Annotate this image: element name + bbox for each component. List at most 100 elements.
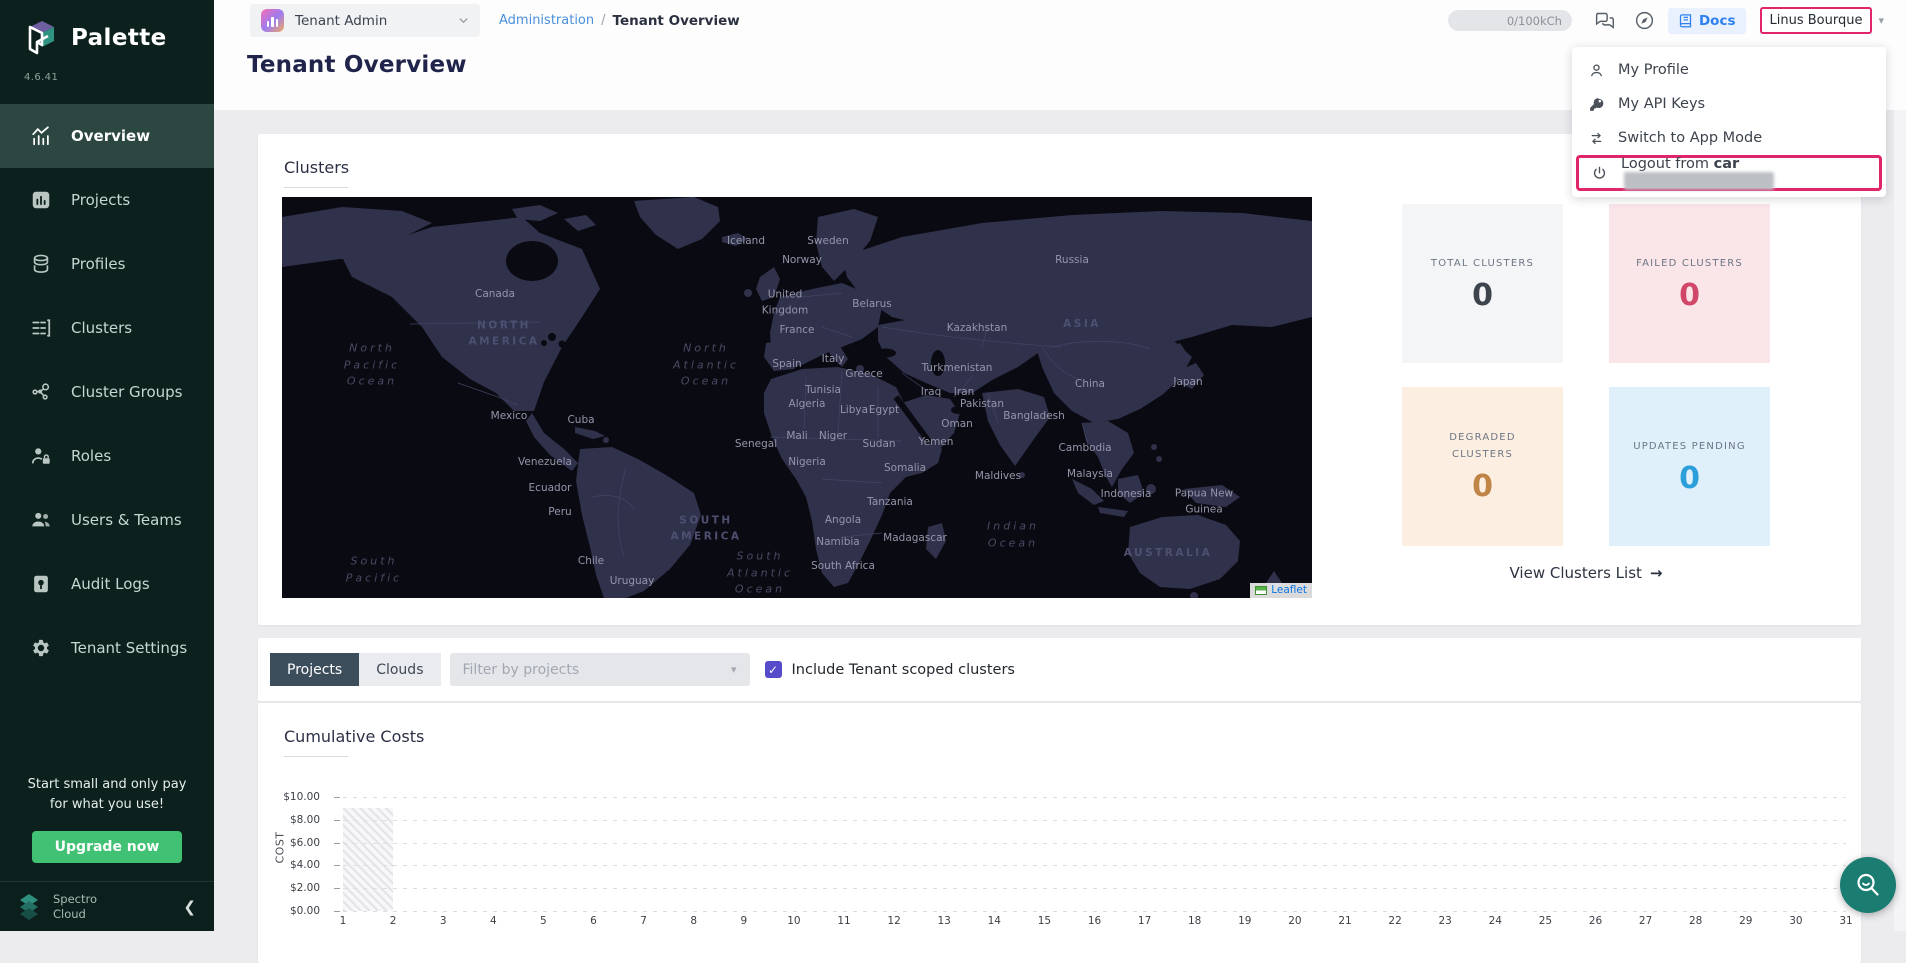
- help-compass-icon[interactable]: [1632, 8, 1658, 34]
- sidebar-item-label: Projects: [71, 191, 130, 209]
- support-search-fab[interactable]: [1840, 857, 1896, 913]
- x-axis-tick: 28: [1689, 915, 1702, 927]
- sidebar-collapse-chevron-icon[interactable]: ❮: [183, 898, 196, 916]
- power-icon: [1591, 165, 1608, 182]
- x-axis-tick: 20: [1288, 915, 1301, 927]
- x-axis-tick: 29: [1739, 915, 1752, 927]
- spectro-cloud-brand: Spectro Cloud: [53, 892, 97, 922]
- filter-by-projects-select[interactable]: Filter by projects ▾: [450, 653, 750, 686]
- x-axis-tick: 4: [490, 915, 497, 927]
- y-axis-tick: $4.00: [258, 859, 320, 871]
- projects-icon: [30, 189, 52, 211]
- docs-button[interactable]: Docs: [1668, 8, 1746, 34]
- stat-degraded-clusters[interactable]: DEGRADED CLUSTERS 0: [1402, 387, 1563, 546]
- breadcrumb: Administration / Tenant Overview: [499, 13, 740, 29]
- y-tick-mark: [334, 865, 340, 866]
- scope-selector-label: Tenant Admin: [295, 13, 447, 29]
- user-menu-button[interactable]: Linus Bourque: [1760, 7, 1873, 34]
- x-axis-tick: 22: [1388, 915, 1401, 927]
- profiles-icon: [30, 253, 52, 275]
- x-axis-tick: 11: [837, 915, 850, 927]
- gear-icon: [30, 637, 52, 659]
- gridline: [343, 888, 1846, 889]
- sidebar-item-users-teams[interactable]: Users & Teams: [0, 488, 214, 552]
- roles-icon: [30, 445, 52, 467]
- sidebar-item-label: Tenant Settings: [71, 639, 187, 657]
- y-tick-mark: [334, 911, 340, 912]
- user-dropdown-menu: My Profile My API Keys Switch to App Mod…: [1572, 47, 1886, 197]
- x-axis-tick: 3: [440, 915, 447, 927]
- stat-total-clusters[interactable]: TOTAL CLUSTERS 0: [1402, 204, 1563, 363]
- docs-label: Docs: [1699, 13, 1736, 29]
- magnifier-smile-icon: [1853, 870, 1883, 900]
- scope-selector[interactable]: Tenant Admin: [250, 4, 480, 37]
- x-axis-tick: 6: [590, 915, 597, 927]
- stat-updates-pending[interactable]: UPDATES PENDING 0: [1609, 387, 1770, 546]
- clusters-world-map[interactable]: Leaflet IcelandSwedenNorwayRussiaCanadaU…: [282, 197, 1312, 598]
- app-logo[interactable]: Palette: [0, 0, 214, 58]
- tab-clouds[interactable]: Clouds: [359, 653, 440, 686]
- sidebar-item-clusters[interactable]: Clusters: [0, 296, 214, 360]
- redacted-account-name: [1624, 172, 1774, 190]
- x-axis-tick: 15: [1038, 915, 1051, 927]
- chat-icon[interactable]: [1592, 8, 1618, 34]
- menu-item-switch-app-mode[interactable]: Switch to App Mode: [1572, 121, 1886, 155]
- gridline: [343, 843, 1846, 844]
- gridline: [343, 797, 1846, 798]
- x-axis-tick: 23: [1439, 915, 1452, 927]
- x-axis-tick: 9: [740, 915, 747, 927]
- sidebar-item-profiles[interactable]: Profiles: [0, 232, 214, 296]
- tab-projects[interactable]: Projects: [270, 653, 359, 686]
- x-axis-tick: 7: [640, 915, 647, 927]
- upgrade-promo-text: Start small and only pay for what you us…: [0, 775, 214, 815]
- sidebar-item-audit-logs[interactable]: Audit Logs: [0, 552, 214, 616]
- key-icon: [1588, 96, 1605, 113]
- no-data-hatch-placeholder: [343, 808, 393, 911]
- menu-item-my-profile[interactable]: My Profile: [1572, 53, 1886, 87]
- scrollbar-track[interactable]: [1894, 110, 1906, 931]
- clusters-card: Clusters: [258, 134, 1861, 625]
- stat-failed-clusters[interactable]: FAILED CLUSTERS 0: [1609, 204, 1770, 363]
- menu-item-logout[interactable]: Logout from car: [1576, 155, 1882, 191]
- breadcrumb-current: Tenant Overview: [613, 13, 740, 29]
- sidebar-item-roles[interactable]: Roles: [0, 424, 214, 488]
- x-axis-tick: 26: [1589, 915, 1602, 927]
- x-axis-tick: 2: [390, 915, 397, 927]
- app-version: 4.6.41: [0, 58, 214, 83]
- user-chevron-down-icon[interactable]: ▾: [1878, 14, 1884, 27]
- arrow-right-icon: →: [1650, 564, 1663, 582]
- content: Clusters: [258, 134, 1861, 963]
- cumulative-costs-card: Cumulative Costs COST $0.00$2.00$4.00$6.…: [258, 703, 1861, 963]
- sidebar-item-projects[interactable]: Projects: [0, 168, 214, 232]
- map-attribution[interactable]: Leaflet: [1250, 583, 1312, 598]
- user-icon: [1588, 62, 1605, 79]
- title-rule: [284, 187, 348, 188]
- breadcrumb-administration-link[interactable]: Administration: [499, 13, 594, 28]
- usage-counter: 0/100kCh: [1448, 10, 1572, 31]
- audit-logs-icon: [30, 573, 52, 595]
- view-clusters-list-link[interactable]: View Clusters List→: [1402, 564, 1770, 582]
- x-axis-tick: 8: [690, 915, 697, 927]
- x-axis-tick: 17: [1138, 915, 1151, 927]
- chevron-down-icon: [458, 15, 469, 26]
- cumulative-costs-chart: COST $0.00$2.00$4.00$6.00$8.00$10.001234…: [258, 703, 1861, 963]
- palette-tenant-overview-page: { "app": {"name": "Palette", "version": …: [0, 0, 1906, 931]
- x-axis-tick: 12: [887, 915, 900, 927]
- y-tick-mark: [334, 797, 340, 798]
- checkbox-label: Include Tenant scoped clusters: [792, 662, 1015, 678]
- x-axis-tick: 31: [1839, 915, 1852, 927]
- clusters-icon: [30, 317, 52, 339]
- sidebar-item-label: Users & Teams: [71, 511, 182, 529]
- menu-item-my-api-keys[interactable]: My API Keys: [1572, 87, 1886, 121]
- checkbox-checked-icon[interactable]: ✓: [765, 661, 782, 678]
- sidebar-item-tenant-settings[interactable]: Tenant Settings: [0, 616, 214, 680]
- include-tenant-scoped-checkbox-row[interactable]: ✓ Include Tenant scoped clusters: [765, 661, 1015, 678]
- x-axis-tick: 21: [1338, 915, 1351, 927]
- filter-placeholder: Filter by projects: [463, 662, 580, 678]
- palette-logo-icon: [24, 18, 60, 58]
- upgrade-now-button[interactable]: Upgrade now: [32, 831, 183, 863]
- gridline: [343, 865, 1846, 866]
- sidebar-item-cluster-groups[interactable]: Cluster Groups: [0, 360, 214, 424]
- y-axis-tick: $2.00: [258, 882, 320, 894]
- sidebar-item-overview[interactable]: Overview: [0, 104, 214, 168]
